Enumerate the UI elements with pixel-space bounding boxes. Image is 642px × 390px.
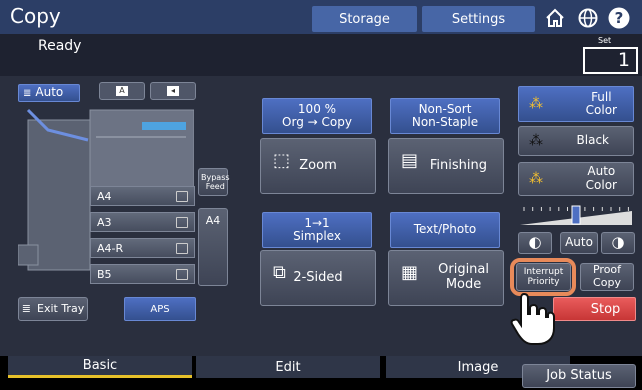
auto-color-label-1: Auto [587, 164, 616, 179]
original-mode-label-2: Mode [445, 277, 482, 292]
darker-button[interactable]: ◑ [601, 232, 635, 254]
darker-icon: ◑ [611, 233, 625, 252]
original-mode-label-1: Original [438, 262, 489, 278]
tray-1-label: A4 [97, 189, 112, 203]
set-count[interactable]: 1 [583, 47, 638, 74]
black-label: Black [576, 133, 609, 148]
original-value-display: Text/Photo [390, 212, 500, 248]
zoom-icon: ⬚ [273, 150, 291, 171]
finishing-label: Finishing [429, 157, 487, 173]
original-mode-icon: ▦ [401, 262, 419, 283]
zoom-direction: Org → Copy [282, 115, 352, 129]
tray-icon [176, 217, 188, 228]
tray-3[interactable]: A4-R [90, 238, 195, 258]
tray-2[interactable]: A3 [90, 212, 195, 232]
two-sided-icon: ⧉ [273, 262, 286, 283]
status-bar [0, 34, 642, 76]
auto-color-icon: ⁂ [529, 171, 543, 187]
interrupt-label-1: Interrupt [523, 266, 564, 277]
home-icon[interactable] [543, 6, 567, 30]
tray-3-label: A4-R [97, 241, 124, 255]
proof-copy-button[interactable]: Proof Copy [580, 263, 634, 291]
bypass-feed-button[interactable]: Bypass Feed [198, 168, 230, 196]
auto-color-label-2: Color [585, 178, 617, 192]
finishing-value-display: Non-Sort Non-Staple [390, 98, 500, 134]
auto-color-button[interactable]: ⁂ Auto Color [518, 162, 634, 196]
finishing-icon: ▤ [401, 150, 419, 171]
zoom-button[interactable]: ⬚ Zoom [260, 138, 376, 194]
full-color-icon: ⁂ [529, 96, 543, 112]
black-icon: ⁂ [529, 133, 543, 149]
finishing-staple: Non-Staple [411, 115, 479, 129]
proof-label-2: Copy [593, 276, 621, 289]
lighter-icon: ◐ [528, 233, 542, 252]
paper-stack-icon: ≣ [23, 87, 32, 99]
black-button[interactable]: ⁂ Black [518, 126, 634, 156]
original-a-icon[interactable]: A [99, 82, 145, 100]
bypass-paper-label: A4 [205, 214, 221, 227]
tray-1[interactable]: A4 [90, 186, 195, 206]
exit-tray-label: Exit Tray [37, 301, 85, 315]
full-color-button[interactable]: ⁂ Full Color [518, 86, 634, 122]
tray-icon [176, 191, 188, 202]
density-auto-button[interactable]: Auto [560, 232, 598, 254]
zoom-label: Zoom [299, 157, 337, 173]
two-sided-label: 2-Sided [293, 269, 343, 285]
help-icon[interactable]: ? [607, 6, 631, 30]
auto-source-label: Auto [35, 85, 64, 100]
stop-button[interactable]: Stop [553, 297, 636, 321]
density-slider[interactable] [520, 205, 632, 225]
original-mode-button[interactable]: ▦ Original Mode [388, 250, 504, 306]
bypass-feed-label: Bypass Feed [201, 172, 230, 191]
stop-label: Stop [590, 301, 621, 317]
interrupt-label-2: Priority [527, 277, 560, 287]
set-label: Set [598, 36, 612, 45]
job-status-button[interactable]: Job Status [522, 364, 636, 388]
two-sided-button[interactable]: ⧉ 2-Sided [260, 250, 376, 306]
tray-2-label: A3 [97, 215, 112, 229]
sided-value-display: 1→1 Simplex [262, 212, 372, 248]
zoom-value-display: 100 % Org → Copy [262, 98, 372, 134]
exit-tray-button[interactable]: ≣ Exit Tray [18, 297, 88, 321]
settings-button[interactable]: Settings [422, 6, 535, 32]
tab-edit[interactable]: Edit [196, 356, 380, 378]
pointing-hand-icon [510, 292, 555, 345]
exit-tray-icon: ≣ [21, 301, 31, 315]
tab-basic[interactable]: Basic [8, 356, 192, 378]
full-color-label-2: Color [585, 103, 617, 117]
sided-mode: Simplex [293, 229, 341, 243]
lighter-button[interactable]: ◐ [518, 232, 552, 254]
bypass-tray-button[interactable]: A4 [198, 208, 228, 286]
storage-button[interactable]: Storage [312, 6, 417, 32]
status-text: Ready [38, 38, 82, 54]
tray-4[interactable]: B5 [90, 264, 195, 284]
finishing-button[interactable]: ▤ Finishing [388, 138, 504, 194]
svg-text:?: ? [615, 9, 624, 27]
globe-icon[interactable] [576, 6, 600, 30]
aps-button[interactable]: APS [124, 297, 196, 321]
density-thumb[interactable] [571, 205, 581, 225]
tray-icon [176, 243, 188, 254]
tray-4-label: B5 [97, 267, 112, 281]
interrupt-priority-button[interactable]: Interrupt Priority [516, 263, 571, 291]
original-b-icon[interactable]: ◂ [150, 82, 196, 100]
tray-icon [176, 269, 188, 280]
app-title: Copy [10, 4, 61, 28]
